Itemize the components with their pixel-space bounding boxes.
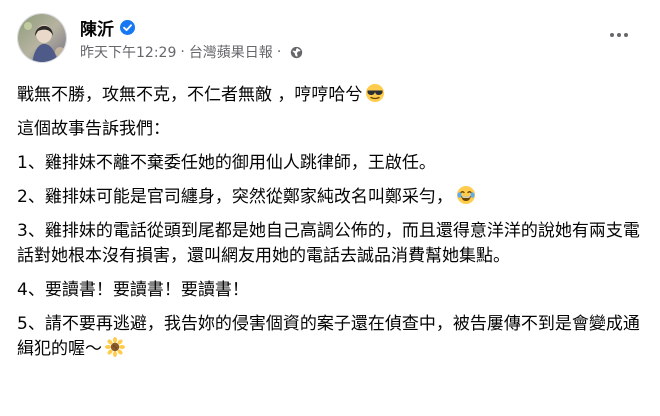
post-body: 戰無不勝，攻無不克，不仁者無敵 ，哼哼哈兮 這個故事告訴我們： 1、雞排妹不離不…	[17, 83, 647, 371]
post-meta: 昨天下午12:29 · 台灣蘋果日報 ·	[80, 42, 303, 62]
author-row: 陳沂	[80, 15, 135, 40]
post-paragraph: 3、雞排妹的電話從頭到尾都是她自己高調公佈的，而且還得意洋洋的說她有兩支電話對她…	[17, 219, 647, 269]
paragraph-text: 4、要讀書！要讀書！要讀書！	[17, 280, 249, 300]
post-paragraph: 2、雞排妹可能是官司纏身，突然從鄭家純改名叫鄭采勻，	[17, 185, 647, 210]
verified-badge-icon	[120, 19, 135, 35]
post-source[interactable]: 台灣蘋果日報	[189, 42, 273, 62]
globe-icon[interactable]	[290, 46, 303, 59]
tears-of-joy-emoji-icon	[456, 185, 476, 205]
post-paragraph: 這個故事告訴我們：	[17, 117, 647, 142]
paragraph-text: 2、雞排妹可能是官司纏身，突然從鄭家純改名叫鄭采勻，	[17, 187, 453, 207]
avatar[interactable]	[17, 13, 67, 63]
paragraph-text: 這個故事告訴我們：	[17, 119, 170, 139]
author-name[interactable]: 陳沂	[80, 15, 114, 40]
more-dot	[624, 33, 628, 37]
avatar-image	[18, 14, 66, 62]
sunflower-emoji-icon	[105, 337, 125, 357]
meta-separator: ·	[180, 44, 185, 60]
post-paragraph: 4、要讀書！要讀書！要讀書！	[17, 278, 647, 303]
more-options-button[interactable]	[601, 23, 637, 47]
facebook-post: 陳沂 昨天下午12:29 · 台灣蘋果日報 · 戰無不勝，攻無不克，不仁者無敵 …	[0, 0, 660, 416]
post-timestamp[interactable]: 昨天下午12:29	[80, 42, 176, 62]
more-dot	[610, 33, 614, 37]
paragraph-text: 戰無不勝，攻無不克，不仁者無敵 ，哼哼哈兮	[17, 85, 363, 105]
post-header: 陳沂 昨天下午12:29 · 台灣蘋果日報 ·	[17, 13, 643, 63]
sunglasses-emoji-icon	[365, 83, 385, 103]
more-dot	[617, 33, 621, 37]
meta-separator-2: ·	[276, 44, 282, 60]
post-paragraph: 5、請不要再逃避，我告妳的侵害個資的案子還在偵查中，被告屢傳不到是會變成通緝犯的…	[17, 312, 647, 362]
post-paragraph: 戰無不勝，攻無不克，不仁者無敵 ，哼哼哈兮	[17, 83, 647, 108]
paragraph-text: 3、雞排妹的電話從頭到尾都是她自己高調公佈的，而且還得意洋洋的說她有兩支電話對她…	[17, 221, 640, 266]
paragraph-text: 1、雞排妹不離不棄委任她的御用仙人跳律師，王啟任。	[17, 153, 436, 173]
post-paragraph: 1、雞排妹不離不棄委任她的御用仙人跳律師，王啟任。	[17, 151, 647, 176]
